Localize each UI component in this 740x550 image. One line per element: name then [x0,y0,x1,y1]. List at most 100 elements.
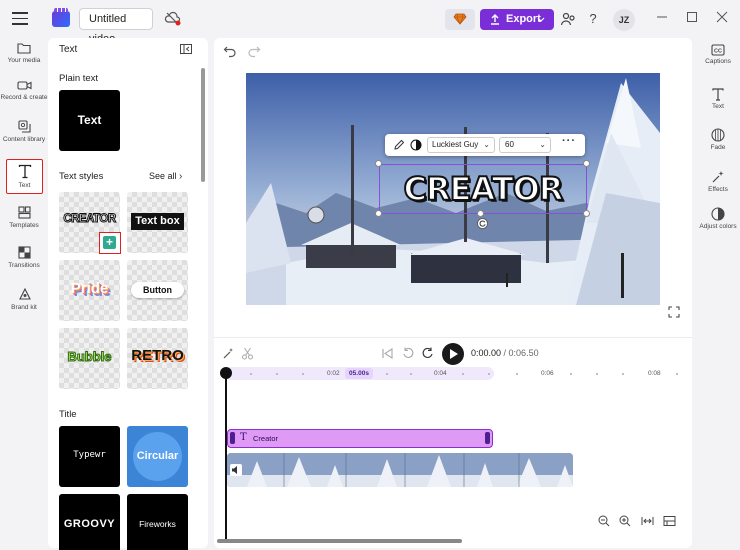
menu-icon[interactable] [12,12,28,26]
resize-handle[interactable] [477,210,484,217]
font-size-dropdown[interactable]: 60 ⌄ [499,137,551,153]
plain-text-heading: Plain text [59,73,99,84]
overlay-text[interactable]: CREATOR [380,169,586,209]
rail-item-captions[interactable]: CC Captions [696,44,740,66]
rail-item-effects[interactable]: Effects [696,170,740,194]
undo-icon[interactable] [223,44,237,58]
text-format-toolbar: Luckiest Guy ⌄ 60 ⌄ ··· [385,134,585,156]
rail-item-content-library[interactable]: Content library [0,120,48,144]
font-family-dropdown[interactable]: Luckiest Guy ⌄ [427,137,495,153]
divider [214,337,692,338]
fit-to-width-icon[interactable] [641,515,654,527]
timeline-layout-icon[interactable] [663,515,676,527]
collapse-panel-icon[interactable] [180,44,192,54]
style-tile-bubble[interactable]: Bubble [59,328,120,389]
skip-to-start-icon[interactable] [381,348,393,359]
color-picker-icon[interactable] [410,139,422,151]
timeline-scrollbar[interactable] [217,539,462,543]
rail-item-fade[interactable]: Fade [696,128,740,152]
resize-handle[interactable] [375,160,382,167]
tick-dot [302,373,304,375]
title-tile-circular[interactable]: Circular [127,426,188,487]
clip-trim-handle-right[interactable] [485,432,490,444]
cloud-sync-off-icon[interactable] [164,10,182,28]
pencil-edit-icon[interactable] [393,139,405,151]
rail-label: Record & create [0,94,48,101]
text-icon [712,88,724,101]
zoom-in-icon[interactable] [619,515,631,527]
timecode: 0:00.00 / 0:06.50 [471,348,539,358]
current-time-marker: 05.00s [345,368,373,379]
split-scissors-icon[interactable] [241,347,254,360]
tile-label: Bubble [67,349,112,365]
tick-dot [570,373,572,375]
title-tile-typewriter[interactable]: Typewr [59,426,120,487]
see-all-link[interactable]: See all [149,171,177,181]
premium-button[interactable] [445,9,475,30]
style-tile-retro[interactable]: RETRO [127,328,188,389]
close-icon[interactable] [715,10,729,24]
rail-item-brand-kit[interactable]: Brand kit [0,288,48,312]
effects-icon [712,171,724,183]
rail-item-record-create[interactable]: Record & create [0,80,48,102]
style-tile-pride[interactable]: Pride [59,260,120,321]
text-clip-label: Creator [253,434,279,443]
project-title-field[interactable]: Untitled video [79,8,153,45]
rail-item-text-properties[interactable]: Text [696,88,740,111]
video-preview[interactable]: CREATOR Luckiest Guy ⌄ 60 ⌄ ··· [246,73,660,305]
rail-item-your-media[interactable]: Your media [0,42,48,65]
rail-label: Transitions [8,262,40,269]
resize-handle[interactable] [583,160,590,167]
rail-item-text[interactable]: Text [6,159,43,194]
rail-item-templates[interactable]: Templates [0,206,48,230]
add-to-timeline-button[interactable]: + [99,232,121,254]
tick-label: 0:04 [434,370,447,377]
rail-item-adjust-colors[interactable]: Adjust colors [696,207,740,231]
upload-icon [491,14,499,25]
panel-title: Text [59,44,78,55]
title-tile-fireworks[interactable]: Fireworks [127,494,188,550]
minimize-icon[interactable] [655,10,669,24]
panel-scrollbar[interactable] [201,68,205,182]
duration: / 0:06.50 [503,348,539,358]
play-button[interactable] [442,343,464,365]
magic-wand-icon[interactable] [222,347,235,360]
style-tile-text-box[interactable]: Text box [127,192,188,253]
rail-label: Templates [9,222,39,229]
current-time: 0:00.00 [471,348,502,358]
rail-label: Brand kit [11,304,37,311]
help-icon[interactable]: ? [586,11,600,27]
resize-handle[interactable] [375,210,382,217]
plain-text-tile[interactable]: Text [59,90,120,151]
text-clip[interactable]: T Creator [227,429,493,448]
rail-label: Fade [710,144,726,151]
text-selection-box[interactable]: CREATOR [379,164,587,214]
zoom-out-icon[interactable] [598,515,610,527]
chevron-right-icon[interactable]: › [179,171,182,182]
resize-handle[interactable] [583,210,590,217]
rail-item-transitions[interactable]: Transitions [0,246,48,270]
export-label: Export [506,13,541,25]
speaker-glyph [232,466,237,474]
share-people-icon[interactable] [560,11,576,27]
redo-icon[interactable] [247,44,261,58]
fade-icon [711,128,725,142]
style-tile-button[interactable]: Button [127,260,188,321]
tick-label: 0:06 [541,370,554,377]
forward-5s-icon[interactable] [422,347,434,360]
export-button[interactable]: Export [480,9,554,30]
video-clip[interactable] [227,453,573,487]
rotate-handle-icon[interactable] [477,218,488,229]
title-tile-groovy[interactable]: GROOVY [59,494,120,550]
volume-icon[interactable] [230,464,242,476]
tile-label: Text [77,113,102,127]
maximize-icon[interactable] [685,10,699,24]
app-logo-icon [52,8,70,27]
clip-trim-handle-left[interactable] [230,432,235,444]
avatar[interactable]: JZ [613,9,635,31]
chevron-down-icon [537,17,545,22]
playhead-handle[interactable] [220,367,232,379]
more-options-icon[interactable]: ··· [562,135,576,147]
rewind-5s-icon[interactable] [402,347,414,360]
fullscreen-icon[interactable] [668,306,680,318]
